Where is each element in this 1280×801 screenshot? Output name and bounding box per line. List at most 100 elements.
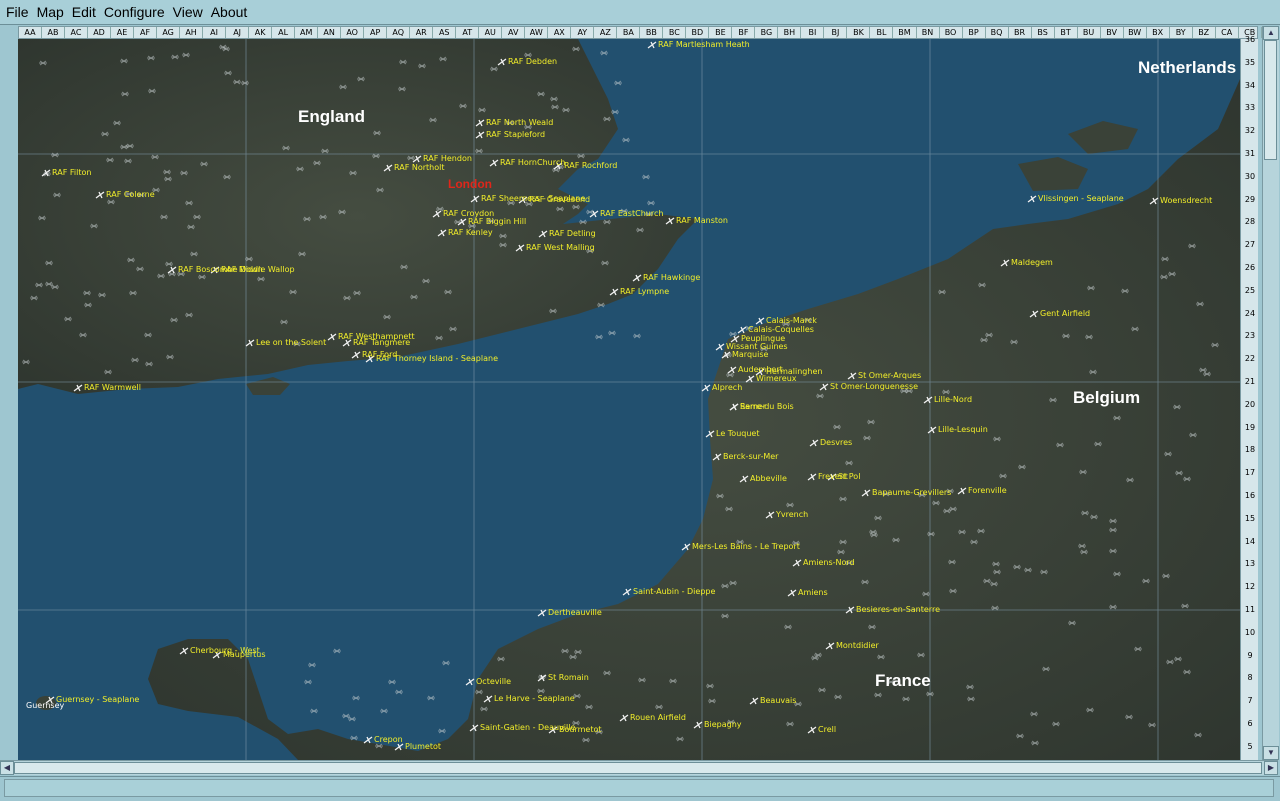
airfield-label[interactable]: RAF Northolt xyxy=(394,163,444,172)
airfield-label[interactable]: Octeville xyxy=(476,677,511,686)
scroll-right-button[interactable]: ▶ xyxy=(1264,761,1278,775)
column-label: AM xyxy=(295,27,319,38)
airfield-label[interactable]: Berck-sur-Mer xyxy=(723,452,779,461)
airfield-label[interactable]: Mers-Les Bains - Le Treport xyxy=(692,542,800,551)
airfield-label[interactable]: RAF Filton xyxy=(52,168,91,177)
menu-map[interactable]: Map xyxy=(33,1,68,23)
airfield-label[interactable]: RAF Kenley xyxy=(448,228,493,237)
vertical-scroll-thumb[interactable] xyxy=(1264,40,1277,160)
airfield-label[interactable]: Amiens xyxy=(798,588,828,597)
airfield-label[interactable]: Montdidier xyxy=(836,641,880,650)
airfield-label[interactable]: Amiens-Nord xyxy=(803,558,855,567)
airfield-label[interactable]: Vlissingen - Seaplane xyxy=(1038,194,1124,203)
airfield-label[interactable]: RAF North Weald xyxy=(486,118,553,127)
column-label: BT xyxy=(1055,27,1078,38)
airfield-label[interactable]: RAF HornChurch xyxy=(500,158,565,167)
airfield-label[interactable]: Dertheauville xyxy=(548,608,602,617)
airfield-label[interactable]: Maupertus xyxy=(223,650,266,659)
airfield-label[interactable]: Saint-Aubin - Dieppe xyxy=(633,587,715,596)
horizontal-scrollbar[interactable]: ◀ ▶ xyxy=(0,760,1278,775)
airfield-label[interactable]: Desvres xyxy=(820,438,852,447)
vertical-scrollbar[interactable]: ▲ ▼ xyxy=(1262,26,1279,760)
row-label: 16 xyxy=(1244,491,1256,500)
airfield-label[interactable]: RAF Thorney Island - Seaplane xyxy=(376,354,498,363)
airfield-label[interactable]: St Romain xyxy=(548,673,589,682)
airfield-label[interactable]: St Pol xyxy=(838,472,860,481)
column-label: BO xyxy=(940,27,963,38)
column-label: BV xyxy=(1101,27,1124,38)
airfield-label[interactable]: Abbeville xyxy=(750,474,787,483)
scroll-up-button[interactable]: ▲ xyxy=(1263,26,1279,40)
airfield-label[interactable]: RAF Martlesham Heath xyxy=(658,40,750,49)
airfield-label[interactable]: Biepagny xyxy=(704,720,742,729)
country-label-england: England xyxy=(298,107,365,126)
airfield-label[interactable]: Besieres-en-Santerre xyxy=(856,605,940,614)
airfield-label[interactable]: RAF Detling xyxy=(549,229,596,238)
row-label: 13 xyxy=(1244,559,1256,569)
airfield-label[interactable]: Wimereux xyxy=(756,374,797,383)
airfield-label[interactable]: RAF EastChurch xyxy=(600,209,663,218)
airfield-label[interactable]: Alprech xyxy=(712,383,742,392)
airfield-label[interactable]: Lille-Nord xyxy=(934,395,972,404)
airfield-label[interactable]: Calais-Marck xyxy=(766,316,817,325)
airfield-label[interactable]: RAF Stapleford xyxy=(486,130,545,139)
airfield-label[interactable]: Plumetot xyxy=(405,742,441,751)
airfield-label[interactable]: Lee on the Solent xyxy=(256,338,326,347)
airfield-label[interactable]: Calais-Coquelles xyxy=(748,325,814,334)
map-canvas[interactable]: England Netherlands Belgium France Londo… xyxy=(18,39,1240,760)
scroll-left-button[interactable]: ◀ xyxy=(0,761,14,775)
airfield-label[interactable]: RAF Debden xyxy=(508,57,557,66)
column-label: BX xyxy=(1147,27,1170,38)
menu-file[interactable]: File xyxy=(0,1,33,23)
airfield-label[interactable]: Le Touquet xyxy=(716,429,759,438)
airfield-label[interactable]: RAF Tangmere xyxy=(353,338,410,347)
row-label: 20 xyxy=(1244,399,1256,409)
airfield-label[interactable]: Lille-Lesquin xyxy=(938,425,988,434)
airfield-label[interactable]: RAF Warmwell xyxy=(84,383,141,392)
airfield-label[interactable]: Bourmetot xyxy=(559,725,601,734)
column-label: AC xyxy=(65,27,89,38)
column-label: AV xyxy=(502,27,526,38)
scroll-down-button[interactable]: ▼ xyxy=(1263,746,1279,760)
row-label: 33 xyxy=(1244,103,1256,113)
airfield-label[interactable]: Beauvais xyxy=(760,696,796,705)
airfield-label[interactable]: Yvrench xyxy=(775,510,808,519)
map-svg[interactable]: England Netherlands Belgium France Londo… xyxy=(18,39,1240,760)
airfield-label[interactable]: Crell xyxy=(818,725,836,734)
airfield-label[interactable]: Rerre-du Bois xyxy=(740,402,794,411)
airfield-label[interactable]: St Omer-Arques xyxy=(858,371,921,380)
airfield-label[interactable]: RAF Lympne xyxy=(620,287,669,296)
menu-edit[interactable]: Edit xyxy=(68,1,100,23)
row-label: 23 xyxy=(1244,331,1256,341)
menu-view[interactable]: View xyxy=(169,1,207,23)
airfield-label[interactable]: RAF Hendon xyxy=(423,154,472,163)
airfield-label[interactable]: Forenville xyxy=(968,486,1007,495)
row-label: 25 xyxy=(1244,285,1256,295)
airfield-label[interactable]: RAF Colerne xyxy=(106,190,155,199)
horizontal-scroll-thumb[interactable] xyxy=(14,762,1262,774)
airfield-label[interactable]: RAF Middle Wallop xyxy=(221,265,295,274)
row-label: 9 xyxy=(1247,650,1253,660)
airfield-label[interactable]: RAF Biggin Hill xyxy=(468,217,526,226)
airfield-label[interactable]: Le Harve - Seaplane xyxy=(494,694,575,703)
airfield-label[interactable]: RAF Rochford xyxy=(564,161,617,170)
column-label: BZ xyxy=(1193,27,1216,38)
airfield-label[interactable]: Marquise xyxy=(732,350,768,359)
menu-about[interactable]: About xyxy=(207,1,252,23)
airfield-label[interactable]: Woensdrecht xyxy=(1160,196,1212,205)
airfield-label[interactable]: Crepon xyxy=(374,735,403,744)
airfield-label[interactable]: RAF Manston xyxy=(676,216,728,225)
airfield-label[interactable]: Rouen Airfield xyxy=(630,713,686,722)
column-label: CA xyxy=(1216,27,1239,38)
airfield-label[interactable]: RAF Hawkinge xyxy=(643,273,700,282)
row-label: 17 xyxy=(1244,468,1256,478)
airfield-label[interactable]: RAF Gravesend xyxy=(529,195,590,204)
airfield-label[interactable]: Bapaume-Grevillers xyxy=(872,488,951,497)
menu-configure[interactable]: Configure xyxy=(100,1,169,23)
airfield-label[interactable]: St Omer-Longuenesse xyxy=(830,382,918,391)
airfield-label[interactable]: Maldegem xyxy=(1011,258,1053,267)
airfield-label[interactable]: Gent Airfield xyxy=(1040,309,1090,318)
column-label: BW xyxy=(1124,27,1147,38)
airfield-label[interactable]: Guernsey - Seaplane xyxy=(56,695,139,704)
airfield-label[interactable]: RAF West Malling xyxy=(526,243,595,252)
